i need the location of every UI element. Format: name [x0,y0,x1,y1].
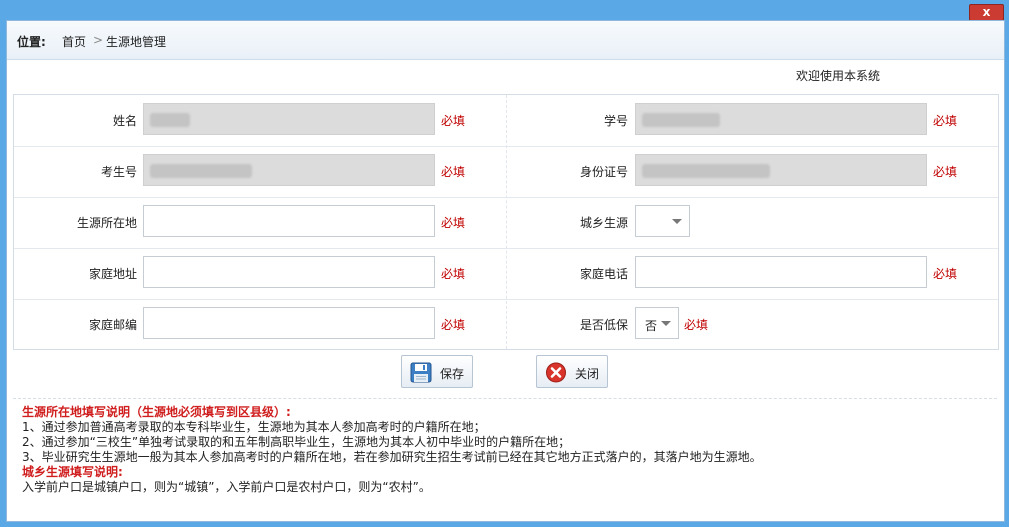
floppy-disk-icon [410,362,432,383]
close-icon [546,362,566,383]
breadcrumb-current: 生源地管理 [106,35,167,49]
required-mark: 必填 [933,114,958,128]
required-mark: 必填 [933,165,958,179]
breadcrumb-home-link[interactable]: 首页 [62,33,86,50]
instruction-item: 1、通过参加普通高考录取的本专科毕业生，生源地为其本人参加高考时的户籍所在地； [22,420,486,434]
urban-rural-label: 城乡生源 [579,216,628,230]
required-mark: 必填 [441,318,466,332]
student-id-label: 学号 [603,114,628,128]
exam-number-field[interactable] [143,154,435,186]
postcode-label: 家庭邮编 [88,318,137,332]
instruction-item: 3、毕业研究生生源地一般为其本人参加高考时的户籍所在地，若在参加研究生招生考试前… [22,450,762,464]
chevron-down-icon [672,219,682,224]
required-mark: 必填 [441,267,466,281]
urban-rural-select[interactable] [635,205,690,237]
window-close-button[interactable]: x [969,4,1004,21]
main-window: 位置: 首页 > 生源地管理 欢迎使用本系统 姓名 必填 学号 必填 考生号 必… [6,20,1005,522]
close-button-label: 关闭 [575,367,600,381]
redacted-value [150,164,252,178]
required-mark: 必填 [441,165,466,179]
section-divider [13,398,997,399]
instruction-item: 2、通过参加“三校生”单独考试录取的和五年制高职毕业生，生源地为其本人初中毕业时… [22,435,571,449]
postcode-input[interactable] [143,307,435,339]
redacted-value [150,113,190,127]
low-income-select[interactable]: 否 [635,307,679,339]
redacted-value [642,164,770,178]
origin-form: 姓名 必填 学号 必填 考生号 必填 身份证号 必填 生源所在地 必填 城乡生源… [13,94,999,350]
urban-rural-instructions-title: 城乡生源填写说明: [22,465,123,479]
instructions: 生源所在地填写说明（生源地必须填写到区县级）: 1、通过参加普通高考录取的本专科… [22,405,992,495]
required-mark: 必填 [441,216,466,230]
save-button-label: 保存 [440,367,465,381]
student-id-field[interactable] [635,103,927,135]
form-row: 生源所在地 必填 城乡生源 [14,197,998,249]
breadcrumb-label: 位置: [17,35,46,49]
required-mark: 必填 [684,318,709,332]
required-mark: 必填 [441,114,466,128]
exam-number-label: 考生号 [100,165,137,179]
home-address-input[interactable] [143,256,435,288]
origin-instructions-title: 生源所在地填写说明（生源地必须填写到区县级）: [22,405,291,419]
id-card-field[interactable] [635,154,927,186]
origin-location-label: 生源所在地 [76,216,137,230]
urban-rural-instruction: 入学前户口是城镇户口，则为“城镇”，入学前户口是农村户口，则为“农村”。 [22,480,431,494]
welcome-text: 欢迎使用本系统 [796,69,881,83]
home-address-label: 家庭地址 [88,267,137,281]
required-mark: 必填 [933,267,958,281]
redacted-value [642,113,720,127]
form-row: 姓名 必填 学号 必填 [14,95,998,147]
chevron-down-icon [661,321,671,326]
home-phone-input[interactable] [635,256,927,288]
form-row: 考生号 必填 身份证号 必填 [14,146,998,198]
name-label: 姓名 [112,114,137,128]
low-income-value: 否 [645,319,658,333]
breadcrumb: 位置: 首页 > 生源地管理 [7,21,1004,60]
name-field[interactable] [143,103,435,135]
origin-location-input[interactable] [143,205,435,237]
form-row: 家庭地址 必填 家庭电话 必填 [14,248,998,300]
form-row: 家庭邮编 必填 是否低保 否 必填 [14,299,998,350]
id-card-label: 身份证号 [579,165,628,179]
home-phone-label: 家庭电话 [579,267,628,281]
close-button[interactable]: 关闭 [536,355,608,388]
save-button[interactable]: 保存 [401,355,473,388]
breadcrumb-separator: > [93,33,104,47]
low-income-label: 是否低保 [579,318,628,332]
